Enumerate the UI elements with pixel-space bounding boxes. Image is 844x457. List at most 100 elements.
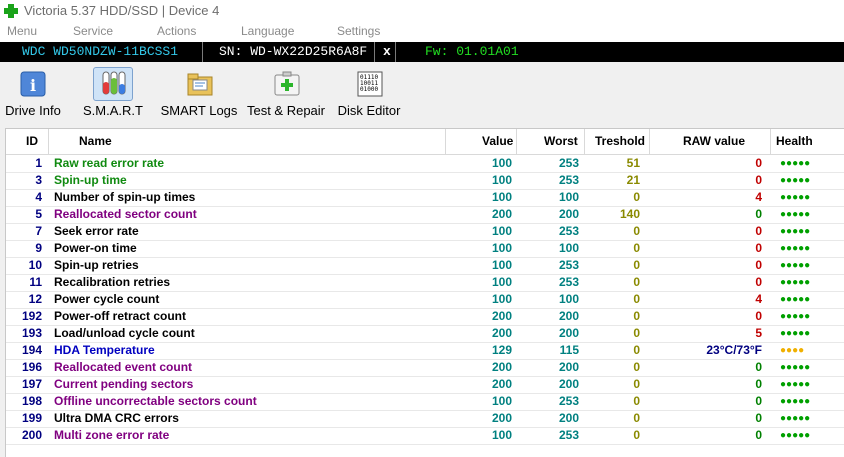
cell-value: 200 xyxy=(491,207,512,221)
folder-log-icon xyxy=(184,68,216,100)
cell-treshold: 0 xyxy=(633,258,640,272)
cell-raw-value: 4 xyxy=(755,190,762,204)
menu-item-service[interactable]: Service xyxy=(73,24,113,38)
cell-value: 100 xyxy=(491,428,512,442)
smart-button[interactable]: S.M.A.R.T xyxy=(82,62,144,120)
svg-text:01000: 01000 xyxy=(360,86,378,93)
cell-id: 3 xyxy=(35,173,42,187)
cell-worst: 200 xyxy=(558,411,579,425)
cell-worst: 100 xyxy=(558,190,579,204)
table-row[interactable]: 199 Ultra DMA CRC errors 200 200 0 0 ●●●●● xyxy=(6,410,844,428)
cell-name: Reallocated sector count xyxy=(54,207,197,221)
cell-value: 200 xyxy=(491,377,512,391)
window-title: Victoria 5.37 HDD/SSD | Device 4 xyxy=(24,3,220,18)
cell-id: 193 xyxy=(21,326,42,340)
drive-info-bar: WDC WD50NDZW-11BCSS1 SN: WD-WX22D25R6A8F… xyxy=(0,42,844,62)
column-header-id[interactable]: ID xyxy=(26,129,38,154)
table-row[interactable]: 196 Reallocated event count 200 200 0 0 ●●●●● xyxy=(6,359,844,377)
cell-id: 199 xyxy=(21,411,42,425)
table-row[interactable]: 194 HDA Temperature 129 115 0 23°C/73°F ●●●● xyxy=(6,342,844,360)
cell-health: ●●●●● xyxy=(780,413,811,424)
toolbar-label: Drive Info xyxy=(5,103,61,118)
cell-health: ●●●●● xyxy=(780,158,811,169)
drive-model[interactable]: WDC WD50NDZW-11BCSS1 xyxy=(22,44,178,59)
cell-worst: 100 xyxy=(558,292,579,306)
column-header-value[interactable]: Value xyxy=(482,129,513,154)
cell-worst: 253 xyxy=(558,173,579,187)
cell-health: ●●●● xyxy=(780,345,805,356)
column-header-raw-value[interactable]: RAW value xyxy=(683,129,745,154)
cell-health: ●●●●● xyxy=(780,430,811,441)
cell-treshold: 0 xyxy=(633,394,640,408)
menu-item-settings[interactable]: Settings xyxy=(337,24,380,38)
table-row[interactable]: 192 Power-off retract count 200 200 0 0 ●●●●● xyxy=(6,308,844,326)
cell-name: Number of spin-up times xyxy=(54,190,196,204)
menu-item-actions[interactable]: Actions xyxy=(157,24,196,38)
cell-name: Load/unload cycle count xyxy=(54,326,195,340)
column-header-treshold[interactable]: Treshold xyxy=(595,129,645,154)
cell-treshold: 0 xyxy=(633,377,640,391)
table-row[interactable]: 5 Reallocated sector count 200 200 140 0 ●●●●● xyxy=(6,206,844,224)
cell-id: 4 xyxy=(35,190,42,204)
cell-raw-value: 0 xyxy=(755,377,762,391)
cell-worst: 200 xyxy=(558,309,579,323)
cell-treshold: 0 xyxy=(633,411,640,425)
cell-raw-value: 0 xyxy=(755,309,762,323)
cell-value: 100 xyxy=(491,258,512,272)
cell-worst: 200 xyxy=(558,326,579,340)
cell-name: Power cycle count xyxy=(54,292,160,306)
cell-worst: 115 xyxy=(559,343,579,357)
cell-health: ●●●●● xyxy=(780,311,811,322)
close-drive-button[interactable]: x xyxy=(383,44,391,59)
table-row[interactable]: 10 Spin-up retries 100 253 0 0 ●●●●● xyxy=(6,257,844,275)
table-row[interactable]: 3 Spin-up time 100 253 21 0 ●●●●● xyxy=(6,172,844,190)
cell-health: ●●●●● xyxy=(780,379,811,390)
smart-logs-button[interactable]: SMART Logs xyxy=(160,62,238,120)
table-row[interactable]: 197 Current pending sectors 200 200 0 0 ●●●●● xyxy=(6,376,844,394)
toolbar-label: S.M.A.R.T xyxy=(83,103,143,118)
cell-id: 192 xyxy=(21,309,42,323)
column-header-worst[interactable]: Worst xyxy=(544,129,578,154)
cell-id: 12 xyxy=(28,292,42,306)
cell-id: 200 xyxy=(21,428,42,442)
cell-raw-value: 0 xyxy=(755,258,762,272)
cell-name: Power-on time xyxy=(54,241,137,255)
toolbar: i Drive Info S.M.A.R.T SMART Logs Test &… xyxy=(0,62,844,122)
cell-value: 100 xyxy=(491,275,512,289)
cell-value: 200 xyxy=(491,309,512,323)
cell-raw-value: 0 xyxy=(755,411,762,425)
cell-worst: 100 xyxy=(558,241,579,255)
smart-test-tubes-icon xyxy=(93,67,133,101)
table-row[interactable]: 200 Multi zone error rate 100 253 0 0 ●●●●● xyxy=(6,427,844,445)
table-row[interactable]: 198 Offline uncorrectable sectors count 10… xyxy=(6,393,844,411)
menu-item-language[interactable]: Language xyxy=(241,24,294,38)
column-header-health[interactable]: Health xyxy=(776,129,813,154)
table-row[interactable]: 193 Load/unload cycle count 200 200 0 5 ●●●●● xyxy=(6,325,844,343)
test-repair-button[interactable]: Test & Repair xyxy=(246,62,326,120)
cell-raw-value: 0 xyxy=(755,275,762,289)
table-row[interactable]: 7 Seek error rate 100 253 0 0 ●●●●● xyxy=(6,223,844,241)
disk-editor-button[interactable]: 01110 10011 01000 Disk Editor xyxy=(336,62,402,120)
cell-value: 100 xyxy=(491,190,512,204)
cell-name: Seek error rate xyxy=(54,224,139,238)
cell-worst: 253 xyxy=(558,275,579,289)
table-row[interactable]: 9 Power-on time 100 100 0 0 ●●●●● xyxy=(6,240,844,258)
table-row[interactable]: 12 Power cycle count 100 100 0 4 ●●●●● xyxy=(6,291,844,309)
green-cross-icon xyxy=(4,4,18,18)
cell-name: Current pending sectors xyxy=(54,377,194,391)
table-row[interactable]: 4 Number of spin-up times 100 100 0 4 ●●●●● xyxy=(6,189,844,207)
cell-treshold: 0 xyxy=(633,241,640,255)
cell-name: Multi zone error rate xyxy=(54,428,170,442)
column-header-name[interactable]: Name xyxy=(79,129,112,154)
column-divider xyxy=(516,129,517,154)
cell-treshold: 51 xyxy=(626,156,640,170)
cell-health: ●●●●● xyxy=(780,175,811,186)
cell-health: ●●●●● xyxy=(780,243,811,254)
cell-id: 10 xyxy=(28,258,42,272)
table-row[interactable]: 11 Recalibration retries 100 253 0 0 ●●●●● xyxy=(6,274,844,292)
drive-info-button[interactable]: i Drive Info xyxy=(2,62,64,120)
table-row[interactable]: 1 Raw read error rate 100 253 51 0 ●●●●● xyxy=(6,155,844,173)
menu-item-menu[interactable]: Menu xyxy=(7,24,37,38)
cell-id: 194 xyxy=(21,343,42,357)
cell-treshold: 0 xyxy=(633,326,640,340)
